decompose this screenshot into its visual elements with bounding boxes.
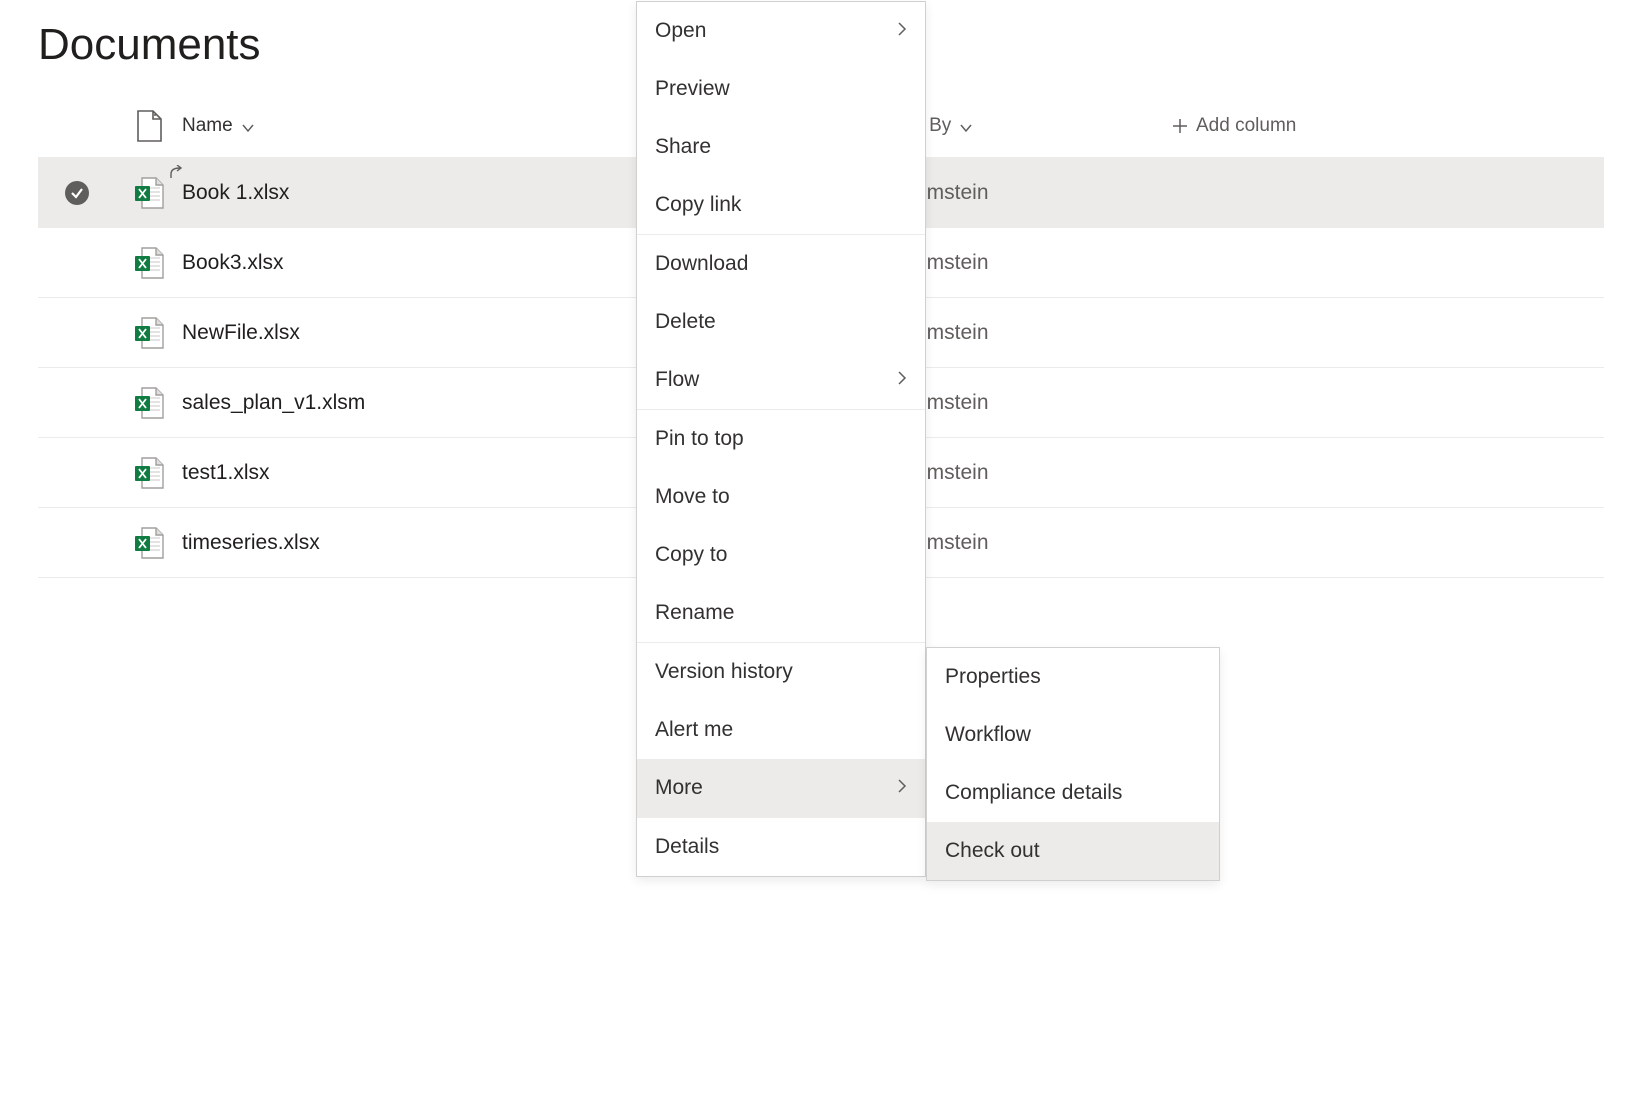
share-arrow-icon [168, 163, 184, 179]
file-name[interactable]: test1.xlsx [182, 461, 270, 485]
file-name[interactable]: Book3.xlsx [182, 251, 284, 275]
menu-item-label: Compliance details [945, 781, 1122, 805]
excel-file-icon [134, 456, 164, 490]
menu-item-label: Preview [655, 77, 730, 101]
menu-item-version-history[interactable]: Version history [637, 643, 925, 701]
menu-item-share[interactable]: Share [637, 118, 925, 176]
menu-item-copy-link[interactable]: Copy link [637, 176, 925, 234]
menu-item-label: Copy link [655, 193, 741, 217]
more-submenu: Properties Workflow Compliance details C… [926, 647, 1220, 881]
excel-file-icon [134, 316, 164, 350]
menu-item-label: Share [655, 135, 711, 159]
menu-item-label: Move to [655, 485, 730, 509]
menu-item-label: Copy to [655, 543, 727, 567]
column-header-name-label: Name [182, 115, 233, 137]
menu-item-label: Rename [655, 601, 734, 625]
excel-file-icon [134, 526, 164, 560]
menu-item-label: Workflow [945, 723, 1031, 747]
menu-item-label: More [655, 776, 703, 800]
menu-item-label: Check out [945, 839, 1040, 863]
menu-item-delete[interactable]: Delete [637, 293, 925, 351]
excel-file-icon [134, 386, 164, 420]
chevron-right-icon [897, 19, 907, 43]
excel-file-icon [134, 246, 164, 280]
menu-item-label: Delete [655, 310, 716, 334]
plus-icon [1172, 118, 1188, 134]
menu-item-label: Download [655, 252, 748, 276]
menu-item-label: Pin to top [655, 427, 744, 451]
file-name[interactable]: Book 1.xlsx [182, 181, 289, 205]
menu-item-pin-to-top[interactable]: Pin to top [637, 410, 925, 468]
menu-item-workflow[interactable]: Workflow [927, 706, 1219, 764]
menu-item-check-out[interactable]: Check out [927, 822, 1219, 880]
menu-item-label: Open [655, 19, 706, 43]
menu-item-flow[interactable]: Flow [637, 351, 925, 409]
chevron-down-icon [241, 119, 255, 133]
chevron-right-icon [897, 368, 907, 392]
column-header-name[interactable]: Name [182, 115, 255, 137]
menu-item-move-to[interactable]: Move to [637, 468, 925, 526]
menu-item-label: Properties [945, 665, 1041, 689]
menu-item-properties[interactable]: Properties [927, 648, 1219, 706]
menu-item-label: Details [655, 835, 719, 859]
menu-item-label: Flow [655, 368, 699, 392]
excel-file-icon [134, 176, 164, 210]
check-circle-icon[interactable] [65, 181, 89, 205]
file-name[interactable]: NewFile.xlsx [182, 321, 300, 345]
chevron-right-icon [897, 776, 907, 800]
menu-item-preview[interactable]: Preview [637, 60, 925, 118]
add-column-button[interactable]: Add column [1172, 115, 1296, 137]
menu-item-compliance-details[interactable]: Compliance details [927, 764, 1219, 822]
menu-item-details[interactable]: Details [637, 818, 925, 876]
context-menu: Open Preview Share Copy link Download De… [636, 1, 926, 877]
file-type-icon [136, 110, 162, 142]
menu-item-alert-me[interactable]: Alert me [637, 701, 925, 759]
menu-item-open[interactable]: Open [637, 2, 925, 60]
menu-item-more[interactable]: More [637, 759, 925, 817]
menu-item-label: Alert me [655, 718, 733, 742]
menu-item-copy-to[interactable]: Copy to [637, 526, 925, 584]
file-name[interactable]: timeseries.xlsx [182, 531, 320, 555]
add-column-label: Add column [1196, 115, 1296, 137]
menu-item-rename[interactable]: Rename [637, 584, 925, 642]
file-name[interactable]: sales_plan_v1.xlsm [182, 391, 365, 415]
menu-item-download[interactable]: Download [637, 235, 925, 293]
menu-item-label: Version history [655, 660, 793, 684]
chevron-down-icon [959, 119, 973, 133]
